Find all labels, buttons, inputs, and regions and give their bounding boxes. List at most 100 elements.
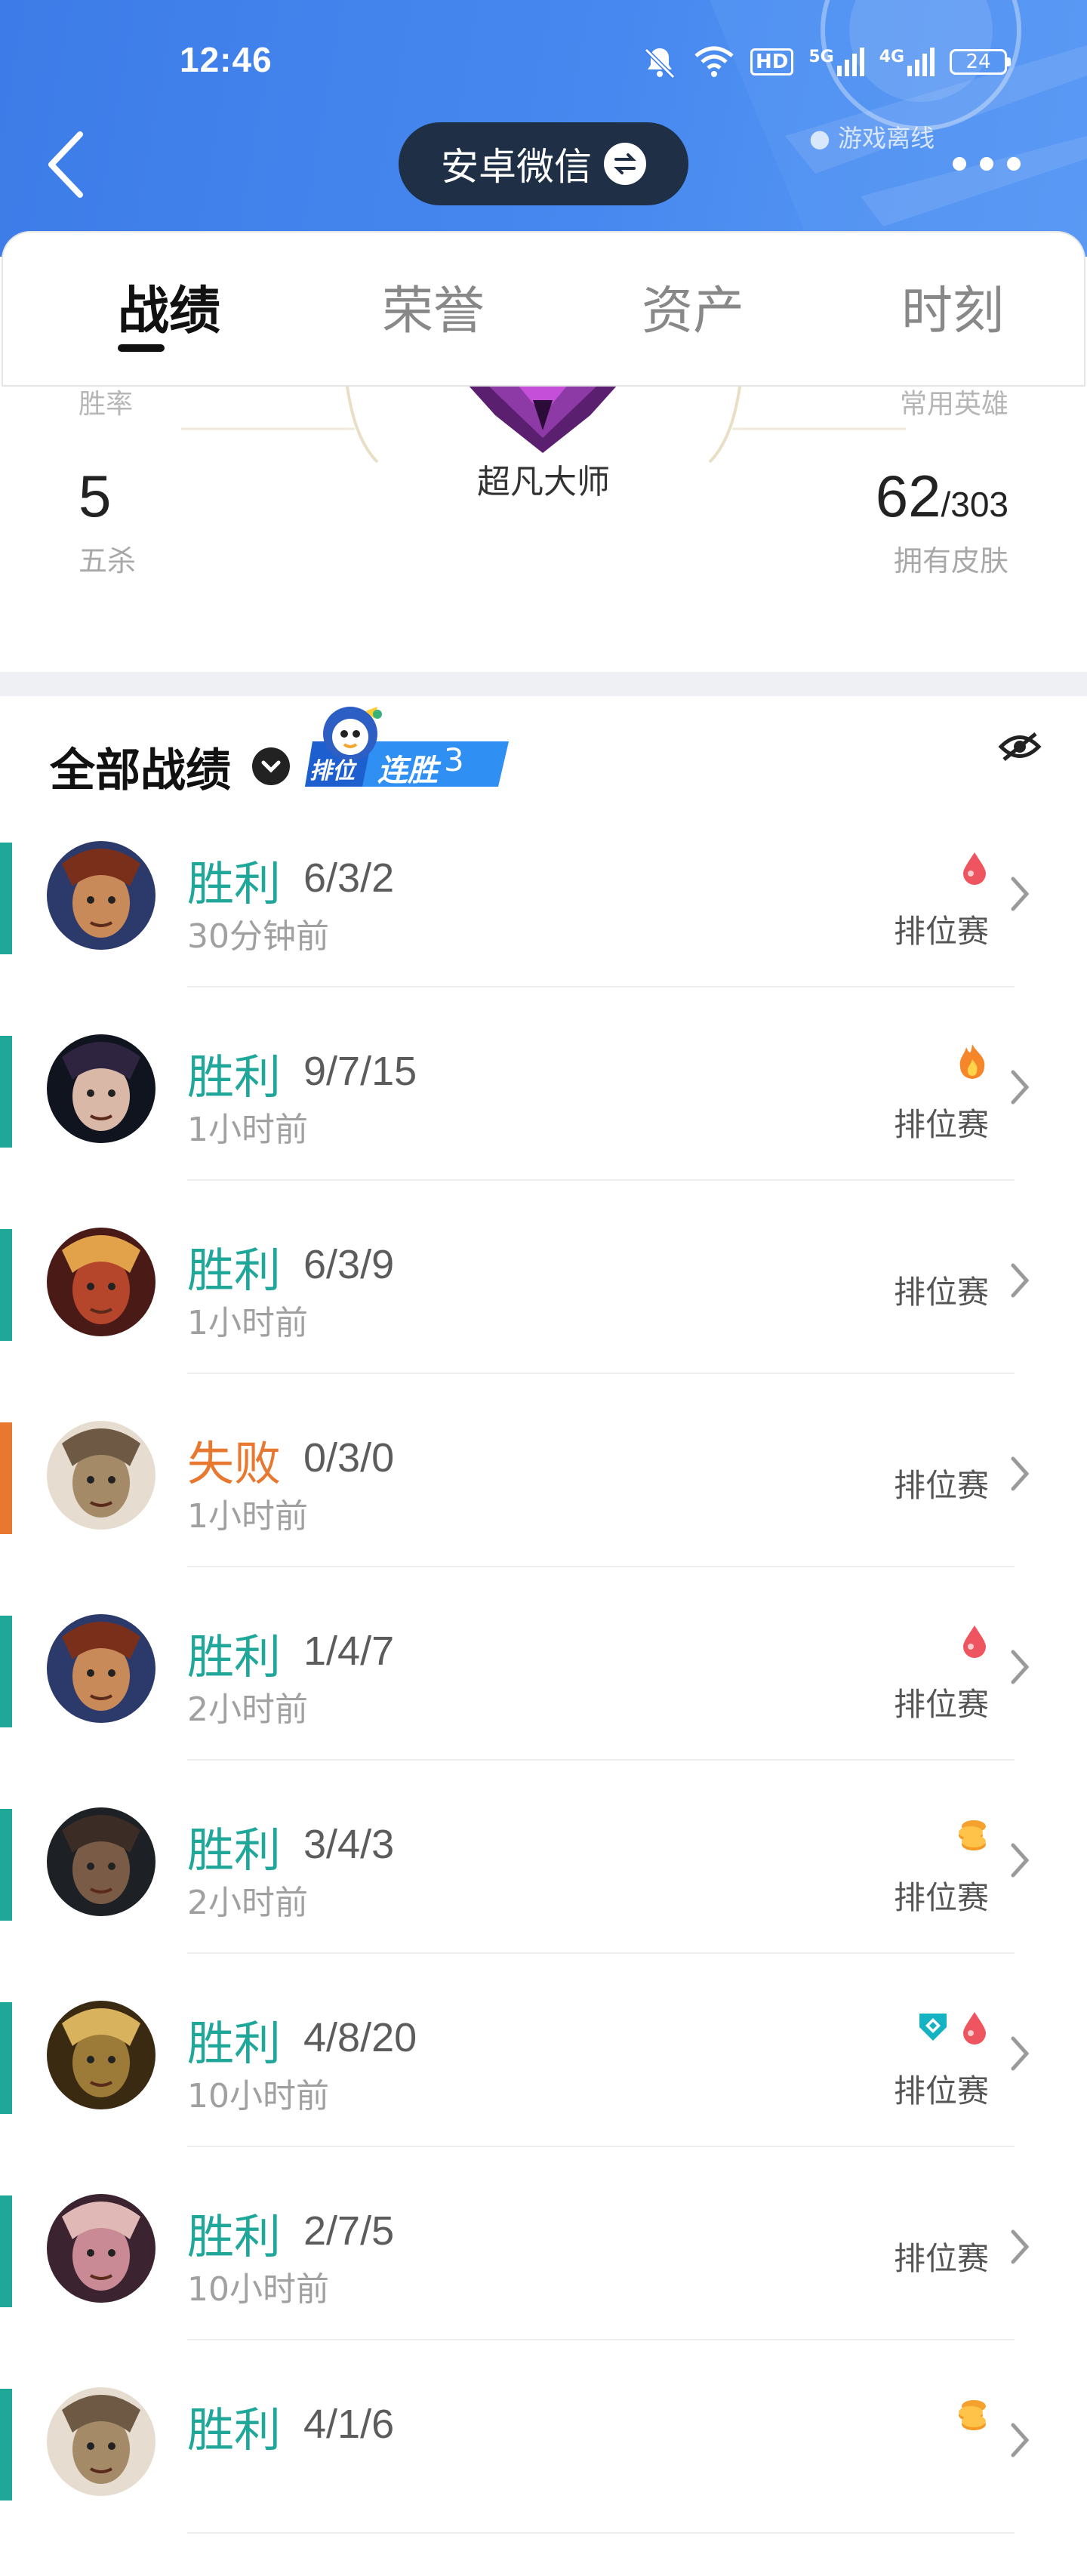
skins-total: /303 [941, 485, 1008, 524]
more-options-button[interactable] [953, 145, 1021, 183]
match-time: 1小时前 [187, 1111, 308, 1149]
row-separator [187, 2146, 1015, 2147]
skins-label: 拥有皮肤 [893, 544, 1008, 578]
match-result: 胜利 [187, 856, 282, 911]
status-time: 12:46 [180, 40, 273, 79]
chevron-down-icon[interactable] [252, 747, 290, 785]
result-indicator-bar [0, 843, 12, 954]
match-mode: 排位赛 [893, 1686, 989, 1723]
match-result: 胜利 [187, 1823, 282, 1878]
flame-icon [959, 1044, 985, 1079]
hero-avatar-bearded-icon[interactable] [47, 1807, 156, 1916]
match-row[interactable]: 胜利 6/3/2 30分钟前 排位赛 [0, 837, 1087, 1030]
match-row[interactable]: 胜利 3/4/3 2小时前 排位赛 [0, 1803, 1087, 1996]
match-mode: 排位赛 [893, 1879, 989, 1916]
blood-drop-icon [963, 2012, 986, 2044]
shield-icon [919, 2014, 947, 2041]
match-time: 2小时前 [187, 1690, 308, 1729]
hero-avatar-warrior-icon[interactable] [47, 1614, 156, 1723]
match-result: 胜利 [187, 1629, 282, 1684]
tab-assets[interactable]: 资产 [642, 269, 744, 344]
hero-avatar-knight-icon[interactable] [47, 2387, 156, 2496]
match-kda: 1/4/7 [303, 1628, 395, 1674]
tab-honor[interactable]: 荣誉 [382, 269, 485, 344]
result-indicator-bar [0, 2002, 12, 2114]
tab-bar: 战绩 荣誉 资产 时刻 [2, 231, 1085, 387]
chevron-right-icon[interactable] [1008, 2417, 1031, 2463]
battery-icon: 24 [950, 49, 1012, 75]
tab-moments[interactable]: 时刻 [901, 269, 1004, 344]
wifi-icon [694, 46, 734, 77]
coins-icon [959, 2400, 986, 2430]
match-row[interactable]: 胜利 2/7/5 10小时前 排位赛 [0, 2189, 1087, 2383]
tab-record[interactable]: 战绩 [118, 269, 220, 344]
hero-avatar-hat-icon[interactable] [47, 1034, 156, 1143]
match-tags [960, 849, 989, 886]
profile-summary: 胜率 常用英雄 超凡大师 5 五杀 62/303 拥有皮肤 [0, 387, 1087, 672]
match-list-title[interactable]: 全部战绩 [50, 734, 231, 800]
common-heroes-label: 常用英雄 [899, 389, 1008, 420]
match-time: 2小时前 [187, 1884, 308, 1922]
row-separator [187, 1952, 1015, 1954]
chevron-right-icon[interactable] [1008, 1838, 1031, 1883]
hero-avatar-pinkhair-icon[interactable] [47, 2194, 156, 2303]
hide-eye-icon[interactable] [998, 729, 1042, 764]
match-time: 10小时前 [187, 2270, 329, 2309]
match-row[interactable]: 胜利 4/8/20 10小时前 排位赛 [0, 1996, 1087, 2189]
match-mode: 排位赛 [893, 1467, 989, 1504]
hero-avatar-monkey-icon[interactable] [47, 1228, 156, 1336]
hero-avatar-knight-icon[interactable] [47, 1421, 156, 1530]
match-row[interactable]: 胜利 1/4/7 2小时前 排位赛 [0, 1610, 1087, 1803]
skins-value[interactable]: 62/303 [876, 462, 1008, 531]
match-kda: 6/3/2 [303, 855, 395, 901]
match-row[interactable]: 胜利 6/3/9 1小时前 排位赛 [0, 1223, 1087, 1416]
match-result: 胜利 [187, 1243, 282, 1298]
account-switch-label: 安卓微信 [441, 145, 592, 189]
chevron-right-icon[interactable] [1008, 1065, 1031, 1110]
chevron-right-icon[interactable] [1008, 871, 1031, 917]
match-mode: 排位赛 [893, 913, 989, 950]
match-row[interactable]: 胜利 4/1/6 [0, 2383, 1087, 2576]
match-tags [956, 1042, 989, 1080]
chevron-right-icon[interactable] [1008, 1451, 1031, 1496]
match-row[interactable]: 胜利 9/7/15 1小时前 排位赛 [0, 1030, 1087, 1223]
section-divider [0, 672, 1087, 696]
chevron-right-icon[interactable] [1008, 2224, 1031, 2269]
rank-emblem-icon[interactable] [465, 387, 620, 454]
match-mode: 排位赛 [893, 1106, 989, 1143]
skins-owned: 62 [875, 463, 941, 529]
offline-status: ● 游戏离线 [809, 124, 935, 153]
match-result: 胜利 [187, 2016, 282, 2071]
back-button[interactable] [45, 130, 88, 199]
result-indicator-bar [0, 1229, 12, 1341]
badge-streak-count: 3 [444, 741, 464, 778]
offline-status-label: 游戏离线 [838, 124, 935, 153]
status-icons: HD 5G 4G 24 [642, 39, 1012, 85]
row-separator [187, 1566, 1015, 1567]
match-tags [916, 2008, 989, 2046]
hero-avatar-warrior-icon[interactable] [47, 841, 156, 950]
account-switch-button[interactable]: 安卓微信 [399, 122, 688, 205]
chevron-right-icon[interactable] [1008, 1644, 1031, 1690]
match-mode: 排位赛 [893, 2240, 989, 2277]
match-kda: 0/3/0 [303, 1435, 395, 1481]
chevron-right-icon[interactable] [1008, 1258, 1031, 1303]
match-time: 10小时前 [187, 2077, 329, 2115]
swap-icon [604, 143, 646, 185]
match-time: 30分钟前 [187, 917, 329, 956]
match-tags [960, 1622, 989, 1659]
result-indicator-bar [0, 2195, 12, 2307]
match-kda: 2/7/5 [303, 2208, 395, 2254]
app-header: 12:46 HD 5G 4G 24 ● 游戏离线 安卓微信 [0, 0, 1087, 257]
blood-drop-icon [963, 852, 986, 885]
signal-4g-icon: 4G [879, 48, 935, 76]
hero-avatar-beast-icon[interactable] [47, 2001, 156, 2109]
match-row[interactable]: 失败 0/3/0 1小时前 排位赛 [0, 1416, 1087, 1610]
badge-streak-label: 连胜 [377, 753, 438, 788]
row-separator [187, 1179, 1015, 1181]
coins-icon [959, 1820, 986, 1850]
result-indicator-bar [0, 2389, 12, 2501]
result-indicator-bar [0, 1036, 12, 1148]
chevron-right-icon[interactable] [1008, 2031, 1031, 2076]
mute-bell-icon [644, 48, 676, 79]
